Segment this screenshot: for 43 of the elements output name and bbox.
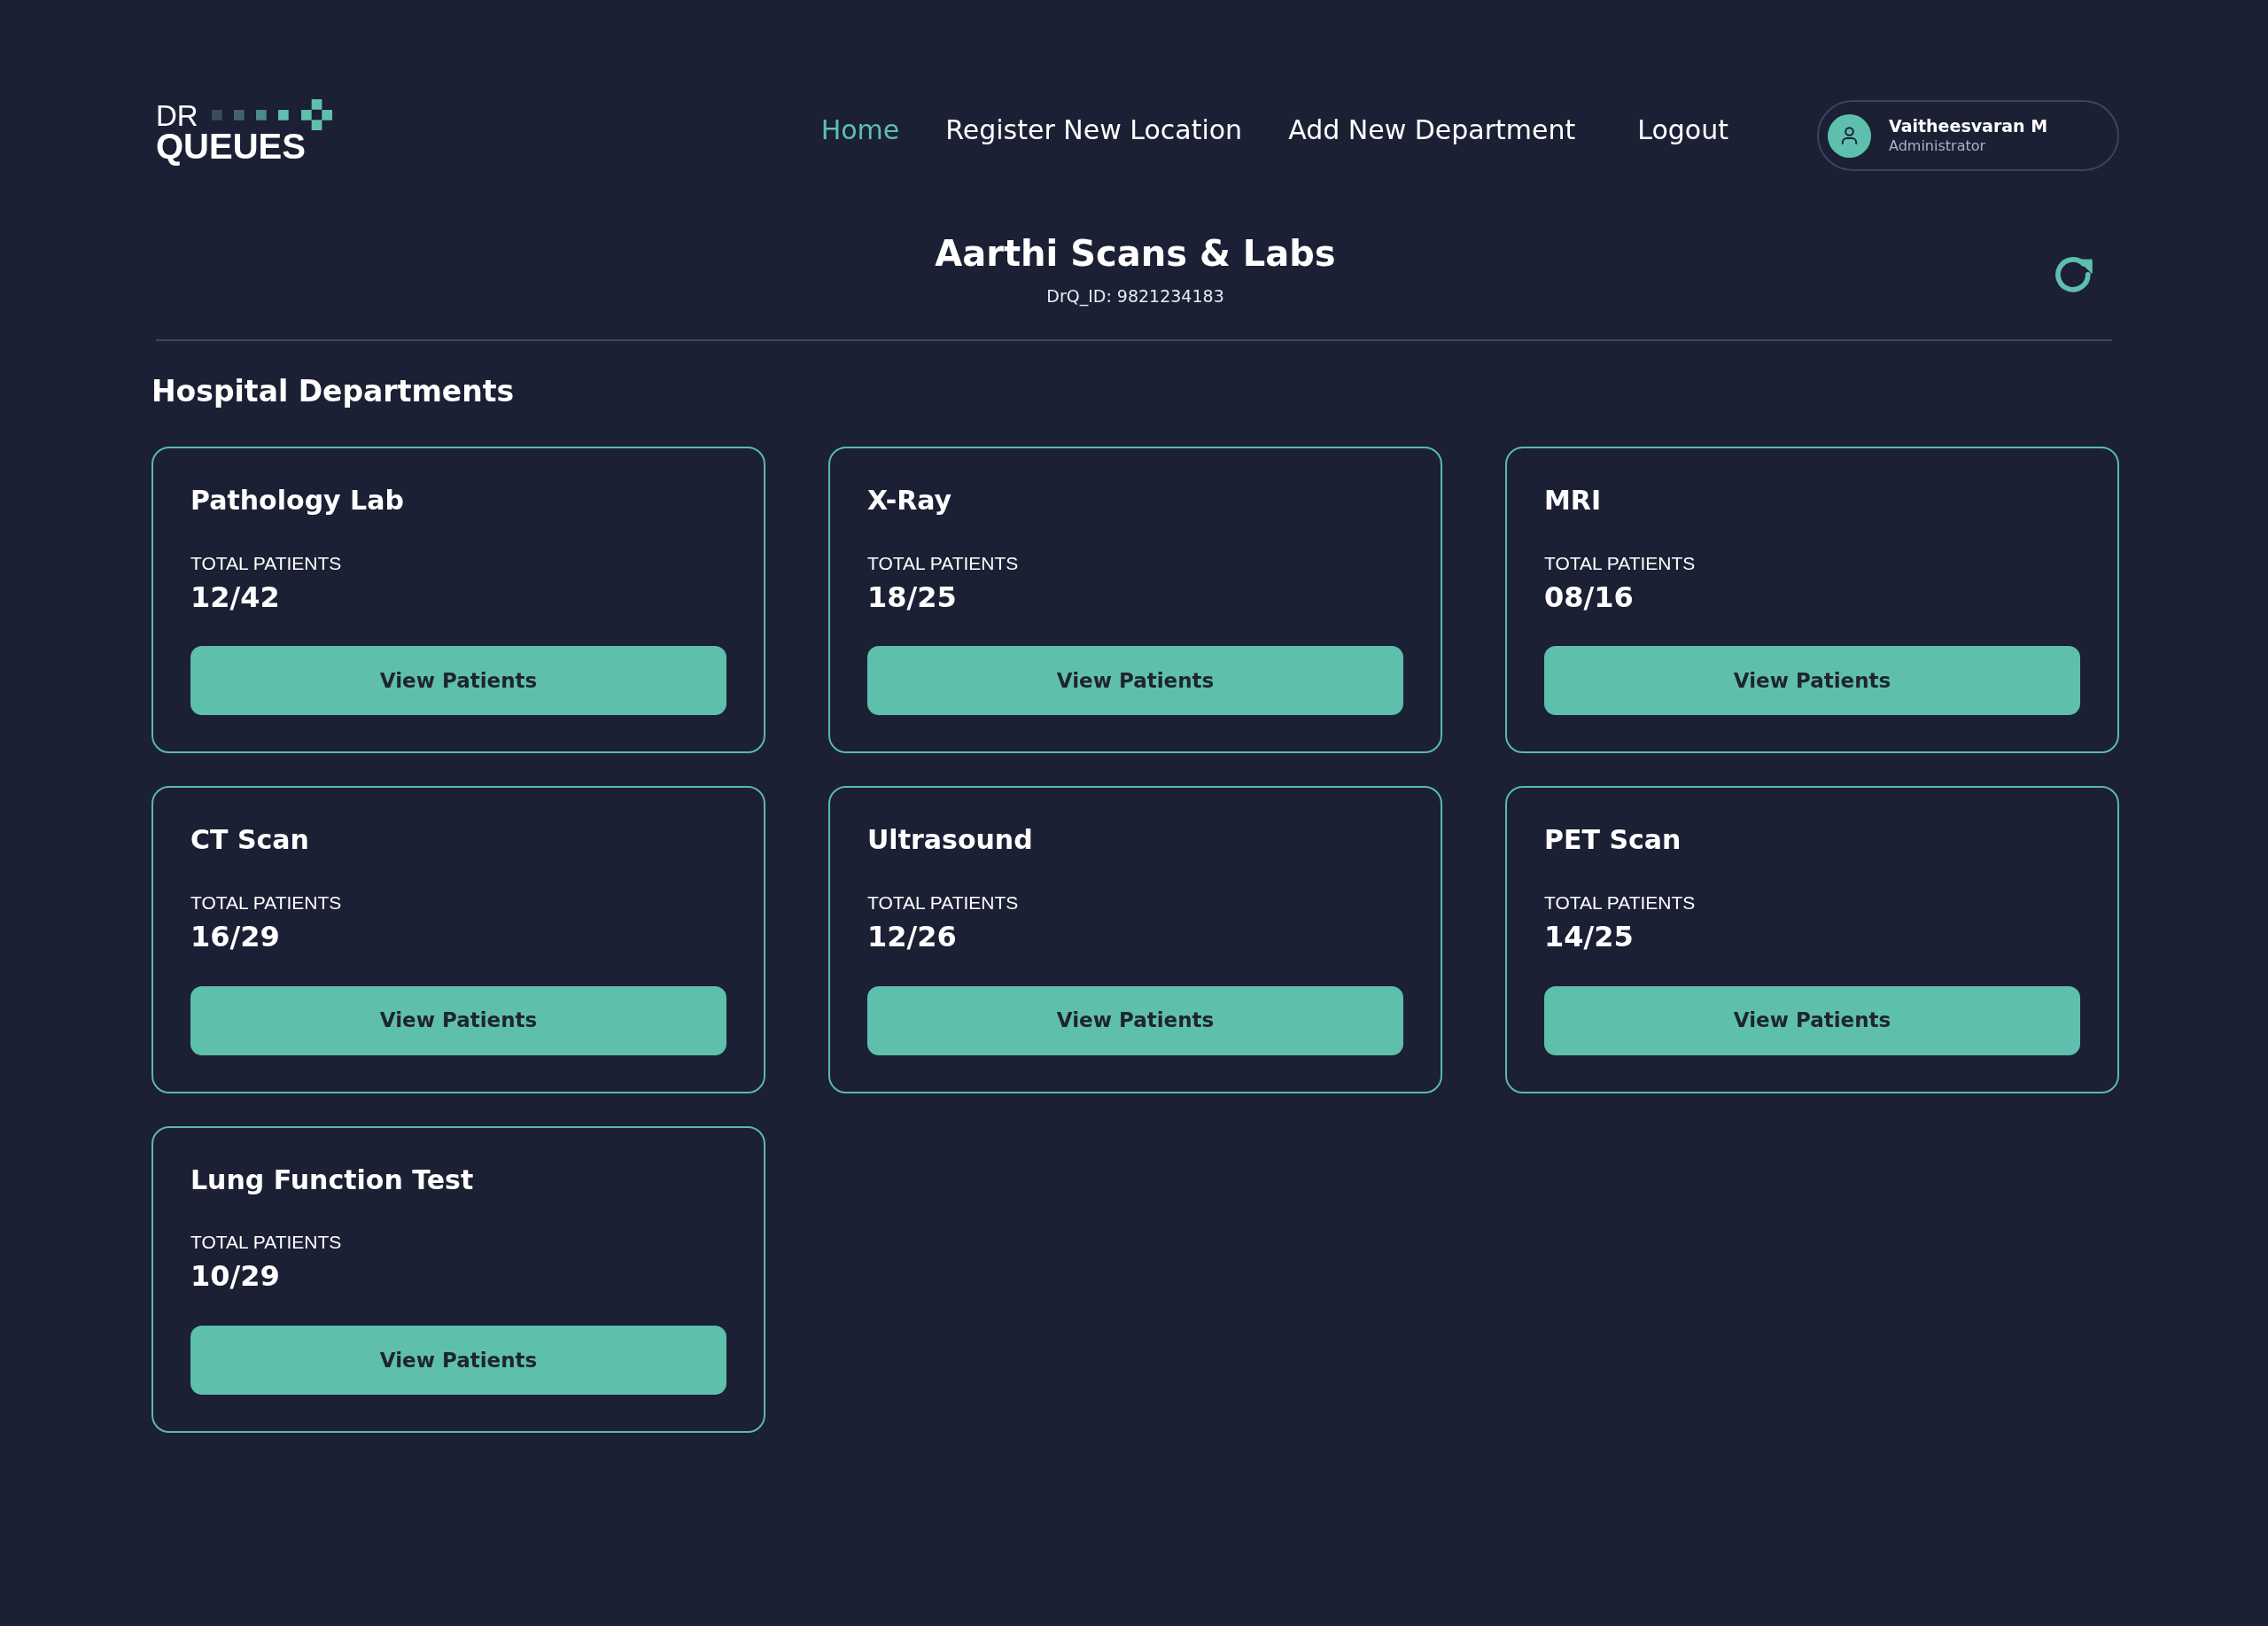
user-name: Vaitheesvaran M (1889, 116, 2048, 137)
stat-label: TOTAL PATIENTS (1544, 891, 1697, 914)
view-patients-button[interactable]: View Patients (190, 1325, 726, 1395)
stat-label: TOTAL PATIENTS (190, 891, 343, 914)
logo-text: QUEUES (156, 128, 307, 164)
patient-count: 12/42 (190, 579, 281, 616)
nav-link[interactable]: Logout (1637, 114, 1728, 146)
patient-count: 18/25 (867, 579, 958, 616)
department-name: Pathology Lab (190, 484, 405, 517)
patient-count: 16/29 (190, 918, 281, 955)
nav-link[interactable]: Home (820, 114, 900, 146)
view-patients-button[interactable]: View Patients (1544, 985, 2080, 1055)
view-patients-button[interactable]: View Patients (190, 985, 726, 1055)
user-role: Administrator (1889, 136, 1987, 155)
refresh-icon[interactable] (2055, 256, 2093, 294)
stat-label: TOTAL PATIENTS (190, 551, 343, 574)
stat-label: TOTAL PATIENTS (1544, 551, 1697, 574)
nav-link[interactable]: Add New Department (1288, 114, 1576, 146)
id-text: DrQ_ID: 9821234183 (1046, 286, 1224, 307)
view-patients-button[interactable]: View Patients (867, 646, 1403, 716)
nav-link[interactable]: Register New Location (945, 114, 1243, 146)
patient-count: 12/26 (867, 918, 958, 955)
page-title: Aarthi Scans & Labs (935, 232, 1336, 276)
patient-count: 10/29 (190, 1258, 281, 1295)
stat-label: TOTAL PATIENTS (190, 1231, 343, 1254)
squares-plus-icon (211, 98, 332, 130)
stat-label: TOTAL PATIENTS (867, 891, 1020, 914)
department-name: Ultrasound (867, 823, 1034, 857)
patient-count: 14/25 (1544, 918, 1635, 955)
department-name: X-Ray (867, 484, 953, 517)
user-profile-chip[interactable]: Vaitheesvaran M Administrator (1817, 100, 2119, 171)
department-name: Lung Function Test (190, 1163, 475, 1197)
stat-label: TOTAL PATIENTS (867, 551, 1020, 574)
view-patients-button[interactable]: View Patients (190, 646, 726, 716)
section-heading: Hospital Departments (151, 372, 516, 409)
department-name: PET Scan (1544, 823, 1682, 857)
department-name: CT Scan (190, 823, 310, 857)
view-patients-button[interactable]: View Patients (867, 985, 1403, 1055)
patient-count: 08/16 (1544, 579, 1635, 616)
department-name: MRI (1544, 484, 1603, 517)
user-avatar-icon (1828, 113, 1871, 158)
logo-text: DR (156, 100, 198, 130)
view-patients-button[interactable]: View Patients (1544, 646, 2080, 716)
